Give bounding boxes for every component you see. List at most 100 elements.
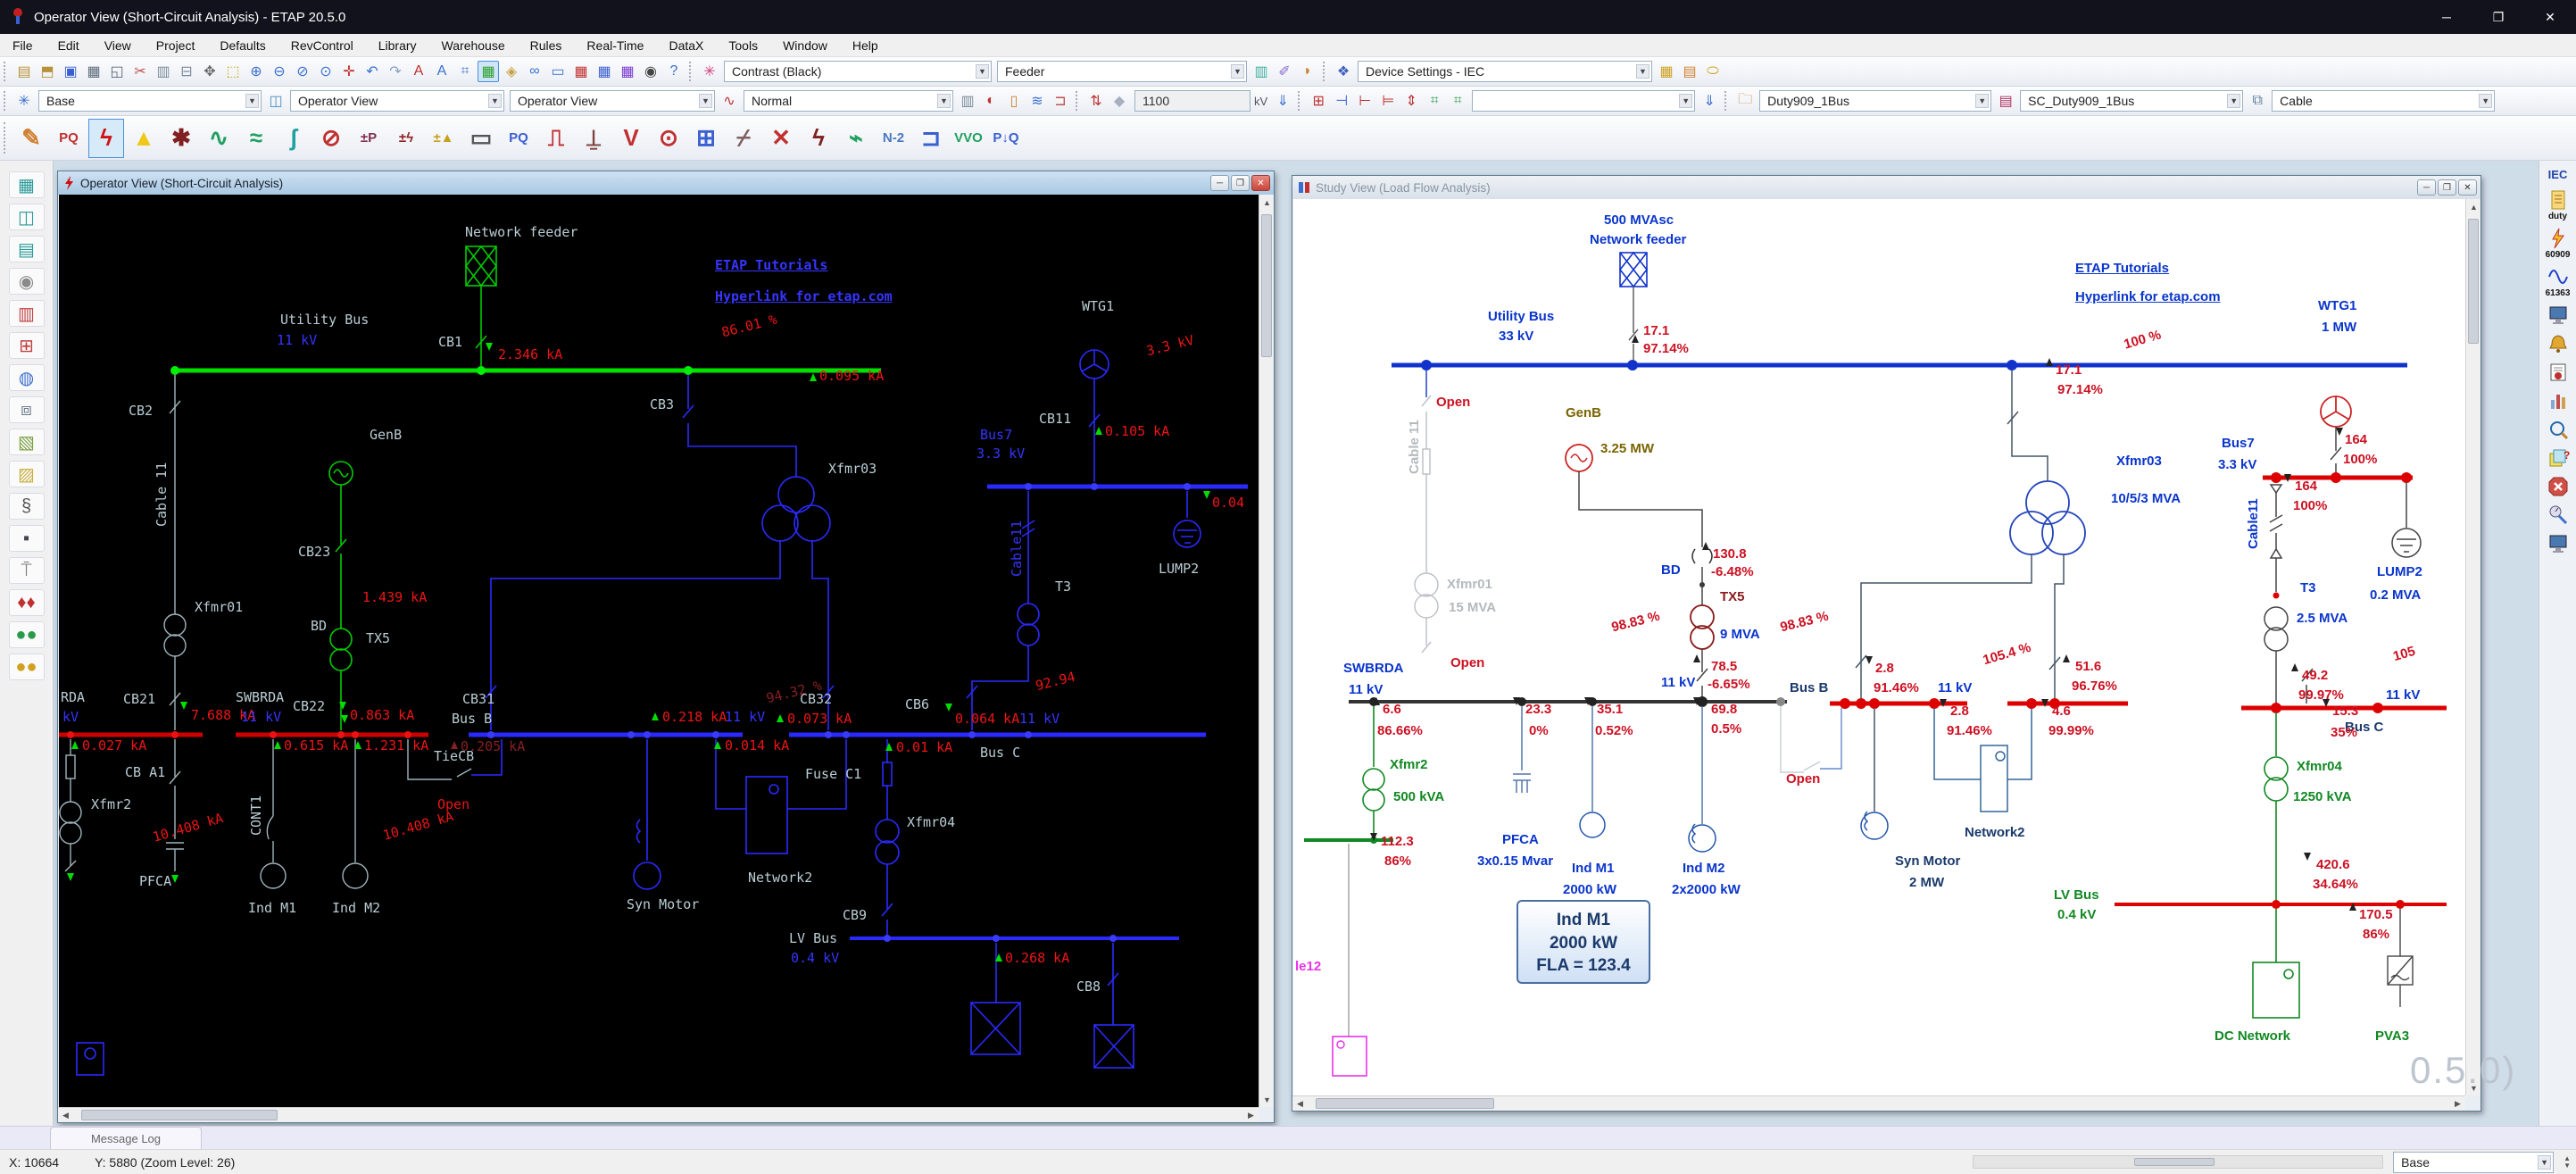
duty-case-icon[interactable]: 🗀 [1734, 90, 1756, 112]
chevron-down-icon[interactable]: ▼ [1975, 94, 1989, 108]
undo-icon[interactable]: ↶ [361, 61, 383, 82]
iec-61363-icon[interactable]: 61363 [2542, 265, 2574, 298]
export-icon[interactable]: ⊐ [1050, 90, 1071, 112]
grid-tool-icon[interactable]: ▦ [9, 171, 45, 198]
panel-tool-icon[interactable]: ◫ [9, 204, 45, 230]
bottom-horizontal-scrollbar[interactable] [1973, 1155, 2383, 1169]
schedule-tool-icon[interactable]: § [9, 493, 45, 520]
report-icon[interactable] [2542, 361, 2574, 384]
menu-edit[interactable]: Edit [46, 36, 92, 55]
app-close-button[interactable]: ✕ [2524, 0, 2576, 34]
zoom-select-icon[interactable]: ⊙ [315, 61, 337, 82]
device-settings-combobox[interactable]: Device Settings - IEC▼ [1358, 61, 1652, 82]
edit-mode-icon[interactable]: ✎ [13, 119, 49, 158]
chevron-down-icon[interactable]: ▼ [2227, 94, 2240, 108]
study-vertical-scrollbar[interactable]: ▲▼ [2465, 199, 2480, 1095]
sc-duty-icon[interactable]: ▤ [1995, 90, 2016, 112]
unbalanced-load-flow-icon[interactable]: ±P [351, 119, 386, 158]
calculator-purple-icon[interactable]: ▦ [617, 61, 638, 82]
network-tool-icon[interactable]: ⧈ [9, 396, 45, 423]
empty-combobox[interactable]: ▼ [1472, 90, 1695, 112]
menu-project[interactable]: Project [144, 36, 208, 55]
cable-combobox[interactable]: Cable▼ [2272, 90, 2495, 112]
connect-online-icon[interactable]: ⌗ [1424, 90, 1445, 112]
window-minimize-button[interactable]: ─ [1210, 175, 1229, 191]
annotation-blue-icon[interactable]: A [431, 61, 453, 82]
study-view-window[interactable]: Study View (Load Flow Analysis) ─ ❐ ✕ [1292, 175, 2481, 1112]
chevron-down-icon[interactable]: ▼ [937, 94, 951, 108]
align-left-icon[interactable]: ⊣ [1331, 90, 1352, 112]
study-window-title-bar[interactable]: Study View (Load Flow Analysis) ─ ❐ ✕ [1292, 176, 2480, 199]
operator-window-title-bar[interactable]: Operator View (Short-Circuit Analysis) ─… [58, 171, 1274, 195]
menu-view[interactable]: View [92, 36, 144, 55]
paste-icon[interactable]: ⊟ [176, 61, 197, 82]
vvo-icon[interactable]: VVO [951, 119, 986, 158]
config-combobox[interactable]: Base▼ [38, 90, 262, 112]
device-settings-icon[interactable]: ❖ [1333, 61, 1354, 82]
datablock-table-icon[interactable]: ▦ [1656, 61, 1677, 82]
apply-icon[interactable]: ⇓ [1699, 90, 1720, 112]
operator-diagram-canvas[interactable]: Network feederCB12.346 kAUtility Bus11 k… [59, 195, 1259, 1107]
amber-dots-tool-icon[interactable]: ●● [9, 654, 45, 680]
gradient-icon[interactable]: ▥ [1251, 61, 1272, 82]
table-tool-icon[interactable]: ▤ [9, 236, 45, 262]
presentation-combobox[interactable]: Operator View▼ [290, 90, 504, 112]
gauge-icon[interactable] [2542, 504, 2574, 527]
print-icon[interactable]: ▦ [83, 61, 104, 82]
revision-icon[interactable]: ∿ [719, 90, 740, 112]
theme-lock-icon[interactable]: ◈ [501, 61, 522, 82]
pan-icon[interactable]: ✥ [199, 61, 220, 82]
n2-contingency-icon[interactable]: N-2 [876, 119, 911, 158]
view-combobox[interactable]: Operator View▼ [510, 90, 715, 112]
reliability-icon[interactable]: PQ [501, 119, 536, 158]
ground-grid-icon[interactable]: ⍊ [576, 119, 611, 158]
optimal-power-flow-icon[interactable]: ⊘ [313, 119, 349, 158]
zoom-out-icon[interactable]: ⊖ [269, 61, 290, 82]
red-plus-tool-icon[interactable]: ⊞ [9, 332, 45, 359]
load-flow-icon[interactable]: PQ [51, 119, 87, 158]
presentation-icon[interactable]: ◫ [265, 90, 287, 112]
sc-duty-combobox[interactable]: SC_Duty909_1Bus▼ [2020, 90, 2243, 112]
pq-reserve-icon[interactable]: ⊙ [651, 119, 686, 158]
harmonic-icon[interactable]: ∿ [201, 119, 237, 158]
menu-warehouse[interactable]: Warehouse [429, 36, 518, 55]
layers-tool-icon[interactable]: ▧ [9, 429, 45, 455]
copy-icon[interactable]: ▥ [153, 61, 174, 82]
chevron-down-icon[interactable]: ▼ [245, 94, 259, 108]
revision-combobox[interactable]: Normal▼ [744, 90, 953, 112]
arc-flash-icon[interactable]: ▲ [126, 119, 162, 158]
new-document-icon[interactable]: ▤ [13, 61, 35, 82]
alarm-bell-icon[interactable] [2542, 332, 2574, 355]
menu-help[interactable]: Help [840, 36, 891, 55]
chevron-down-icon[interactable]: ▼ [976, 64, 989, 79]
sequence-operation-icon[interactable]: ϟ [801, 119, 836, 158]
menu-datax[interactable]: DataX [656, 36, 716, 55]
app-minimize-button[interactable]: ─ [2421, 0, 2472, 34]
zoom-previous-icon[interactable]: ⊘ [292, 61, 313, 82]
plot-icon[interactable]: ≋ [1026, 90, 1048, 112]
chevron-down-icon[interactable]: ▼ [699, 94, 712, 108]
datablock-doc-icon[interactable]: ▤ [1679, 61, 1700, 82]
redo-icon[interactable]: ↷ [385, 61, 406, 82]
duty-combobox[interactable]: Duty909_1Bus▼ [1759, 90, 1991, 112]
operator-horizontal-scrollbar[interactable]: ◀▶ [58, 1107, 1259, 1122]
unbalanced-short-circuit-icon[interactable]: ±ϟ [388, 119, 424, 158]
phase-spacing-icon[interactable]: ⊞ [1308, 90, 1329, 112]
calculator-red-icon[interactable]: ▦ [570, 61, 592, 82]
grid-icon[interactable]: ⌗ [454, 61, 476, 82]
fit-page-icon[interactable]: ✛ [338, 61, 360, 82]
connect-offline-icon[interactable]: ⌗ [1447, 90, 1468, 112]
menu-defaults[interactable]: Defaults [207, 36, 278, 55]
kv-apply-icon[interactable]: ⇓ [1272, 90, 1293, 112]
menu-file[interactable]: File [0, 36, 46, 55]
erail-icon[interactable]: ⊐ [913, 119, 949, 158]
cable-library-icon[interactable]: ⧉ [2247, 90, 2268, 112]
globe-tool-icon[interactable]: ◍ [9, 364, 45, 391]
calculator-blue-icon[interactable]: ▦ [594, 61, 615, 82]
message-log-tab[interactable]: Message Log [50, 1127, 202, 1149]
help-docs-icon[interactable]: ? [2542, 446, 2574, 470]
chevron-down-icon[interactable]: ▼ [1636, 64, 1649, 79]
config-spinner[interactable]: ▲▼ [2564, 1155, 2571, 1170]
protective-coordination-icon[interactable]: ʃ [276, 119, 312, 158]
transient-stability-icon[interactable]: ≈ [238, 119, 274, 158]
